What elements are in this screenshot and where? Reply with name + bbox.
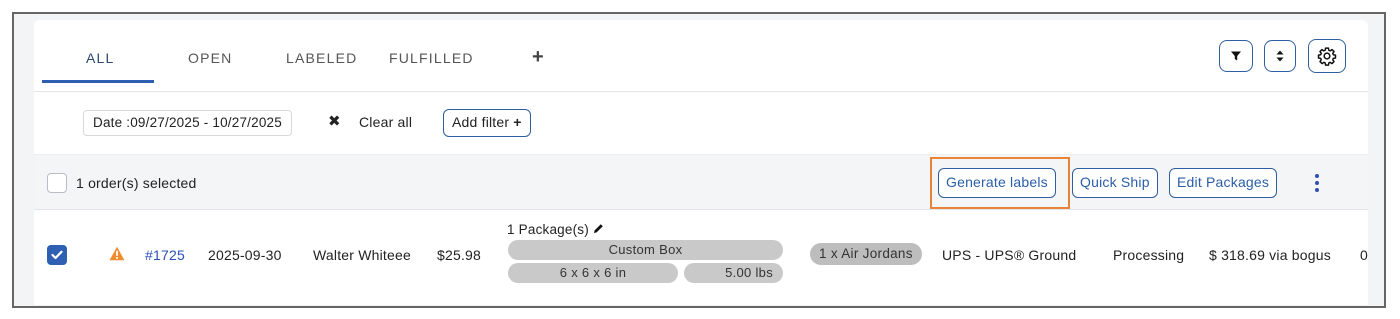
tab-open[interactable]: OPEN xyxy=(188,50,232,66)
filter-icon xyxy=(1231,51,1241,61)
pencil-icon[interactable] xyxy=(593,223,604,234)
order-status: Processing xyxy=(1113,247,1185,263)
packages-title[interactable]: 1 Package(s) xyxy=(507,222,604,237)
add-filter-button[interactable]: Add filter + xyxy=(443,109,531,137)
tab-all[interactable]: ALL xyxy=(86,50,115,66)
app-frame: ALL OPEN LABELED FULFILLED + Date:09/27… xyxy=(12,12,1386,308)
add-tab-button[interactable]: + xyxy=(532,46,544,69)
date-filter-chip[interactable]: Date :09/27/2025 - 10/27/2025 xyxy=(83,110,292,136)
bulk-action-bar: 1 order(s) selected Generate labels Quic… xyxy=(34,154,1368,210)
tab-labeled[interactable]: LABELED xyxy=(286,50,357,66)
sort-button[interactable] xyxy=(1264,40,1296,72)
filter-button[interactable] xyxy=(1219,40,1253,72)
row-checkbox[interactable] xyxy=(47,245,67,265)
box-name-pill: Custom Box xyxy=(508,240,783,260)
order-date: 2025-09-30 xyxy=(208,247,282,263)
edit-packages-button[interactable]: Edit Packages xyxy=(1169,168,1278,198)
orders-card: ALL OPEN LABELED FULFILLED + Date:09/27… xyxy=(34,20,1368,306)
more-actions-icon[interactable] xyxy=(1304,169,1330,197)
shipping-service: UPS - UPS® Ground xyxy=(942,247,1077,263)
order-total: $25.98 xyxy=(437,247,482,263)
selection-count: 1 order(s) selected xyxy=(76,175,197,191)
packages-count: 1 Package(s) xyxy=(507,222,589,237)
overflow-cell: 0 xyxy=(1360,247,1368,263)
active-tab-indicator xyxy=(42,80,154,83)
row-divider xyxy=(34,305,1368,306)
weight-pill: 5.00 lbs xyxy=(684,263,783,283)
order-number-link[interactable]: #1725 xyxy=(145,247,185,263)
items-pill: 1 x Air Jordans xyxy=(810,243,922,265)
generate-labels-button[interactable]: Generate labels xyxy=(938,168,1056,198)
sort-icon xyxy=(1276,50,1284,62)
customer-name: Walter Whiteee xyxy=(313,247,411,263)
settings-button[interactable] xyxy=(1308,39,1346,73)
quick-ship-button[interactable]: Quick Ship xyxy=(1072,168,1158,198)
tab-fulfilled[interactable]: FULFILLED xyxy=(389,50,474,66)
gear-icon xyxy=(1317,47,1337,66)
warning-icon xyxy=(109,246,125,266)
shipping-rate: $ 318.69 via bogus xyxy=(1209,247,1331,263)
add-filter-label: Add filter xyxy=(452,114,510,130)
table-row[interactable]: #1725 2025-09-30 Walter Whiteee $25.98 1… xyxy=(34,210,1368,306)
plus-icon: + xyxy=(513,114,522,130)
clear-filters-icon[interactable]: ✖ xyxy=(328,112,341,130)
tab-bar: ALL OPEN LABELED FULFILLED + xyxy=(34,20,1368,92)
check-icon xyxy=(51,250,63,260)
clear-all-link[interactable]: Clear all xyxy=(359,114,412,130)
filter-row: Date :09/27/2025 - 10/27/2025 ✖ Clear al… xyxy=(34,92,1368,154)
dimensions-pill: 6 x 6 x 6 in xyxy=(508,263,678,283)
select-all-checkbox[interactable] xyxy=(47,173,67,193)
